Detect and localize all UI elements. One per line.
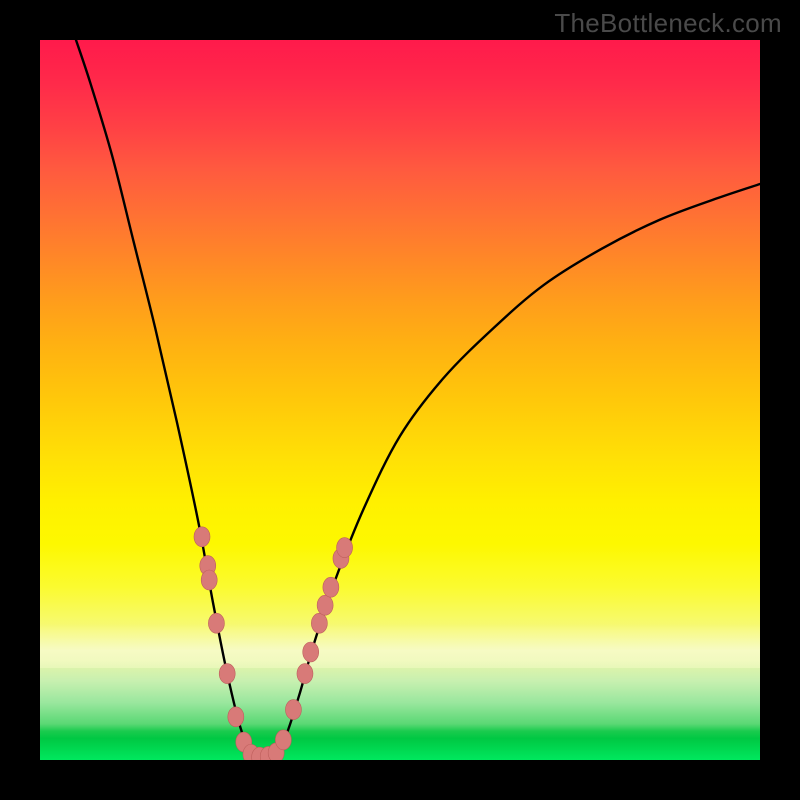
- data-marker: [303, 642, 319, 662]
- data-marker: [208, 613, 224, 633]
- data-marker: [317, 595, 333, 615]
- data-marker: [311, 613, 327, 633]
- chart-svg: [40, 40, 760, 760]
- data-marker: [194, 527, 210, 547]
- data-marker: [275, 730, 291, 750]
- data-marker: [323, 577, 339, 597]
- data-marker: [285, 700, 301, 720]
- data-marker: [219, 664, 235, 684]
- watermark-text: TheBottleneck.com: [554, 8, 782, 39]
- data-marker: [228, 707, 244, 727]
- data-marker: [297, 664, 313, 684]
- plot-area: [40, 40, 760, 760]
- data-marker: [337, 538, 353, 558]
- chart-frame: TheBottleneck.com: [0, 0, 800, 800]
- data-marker: [201, 570, 217, 590]
- bottleneck-curve: [76, 40, 760, 760]
